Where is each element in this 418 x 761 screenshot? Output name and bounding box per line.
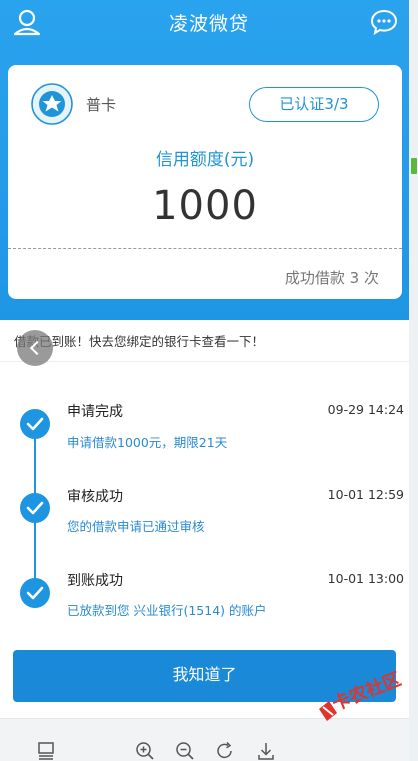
zoom-out-icon[interactable] xyxy=(175,741,195,761)
chat-bubble-icon[interactable] xyxy=(370,9,398,35)
check-icon xyxy=(20,493,50,523)
page-view-icon[interactable] xyxy=(36,741,56,761)
step-time: 10-01 13:00 xyxy=(327,571,404,586)
edge-indicator xyxy=(411,158,417,174)
step-time: 09-29 14:24 xyxy=(327,402,404,417)
step-description: 申请借款1000元，期限21天 xyxy=(67,435,228,450)
check-icon xyxy=(20,578,50,608)
rotate-icon[interactable] xyxy=(215,741,235,761)
download-icon[interactable] xyxy=(256,741,276,761)
step-title: 申请完成 xyxy=(67,404,123,420)
back-arrow-icon[interactable] xyxy=(17,330,53,366)
credit-limit-label: 信用额度(元) xyxy=(155,150,255,170)
step-title: 审核成功 xyxy=(67,489,123,505)
card-divider xyxy=(8,248,402,249)
step-description: 已放款到您 兴业银行(1514) 的账户 xyxy=(67,603,267,618)
credit-card: 普卡 已认证3/3 信用额度(元) 1000 成功借款 3 次 xyxy=(8,65,402,299)
success-loan-count: 成功借款 3 次 xyxy=(284,269,379,287)
certification-button[interactable]: 已认证3/3 xyxy=(249,87,379,122)
step-description: 您的借款申请已通过审核 xyxy=(67,519,205,534)
zoom-in-icon[interactable] xyxy=(135,741,155,761)
card-type-label: 普卡 xyxy=(86,96,117,114)
step-time: 10-01 12:59 xyxy=(327,487,404,502)
step-title: 到账成功 xyxy=(67,573,123,589)
app-title: 凌波微贷 xyxy=(168,13,249,35)
star-badge-icon xyxy=(31,83,73,125)
notice-banner: 借款已到账！快去您绑定的银行卡查看一下！ xyxy=(0,320,409,362)
edge-strip xyxy=(409,0,418,761)
credit-limit-amount: 1000 xyxy=(152,183,258,229)
check-icon xyxy=(20,409,50,439)
